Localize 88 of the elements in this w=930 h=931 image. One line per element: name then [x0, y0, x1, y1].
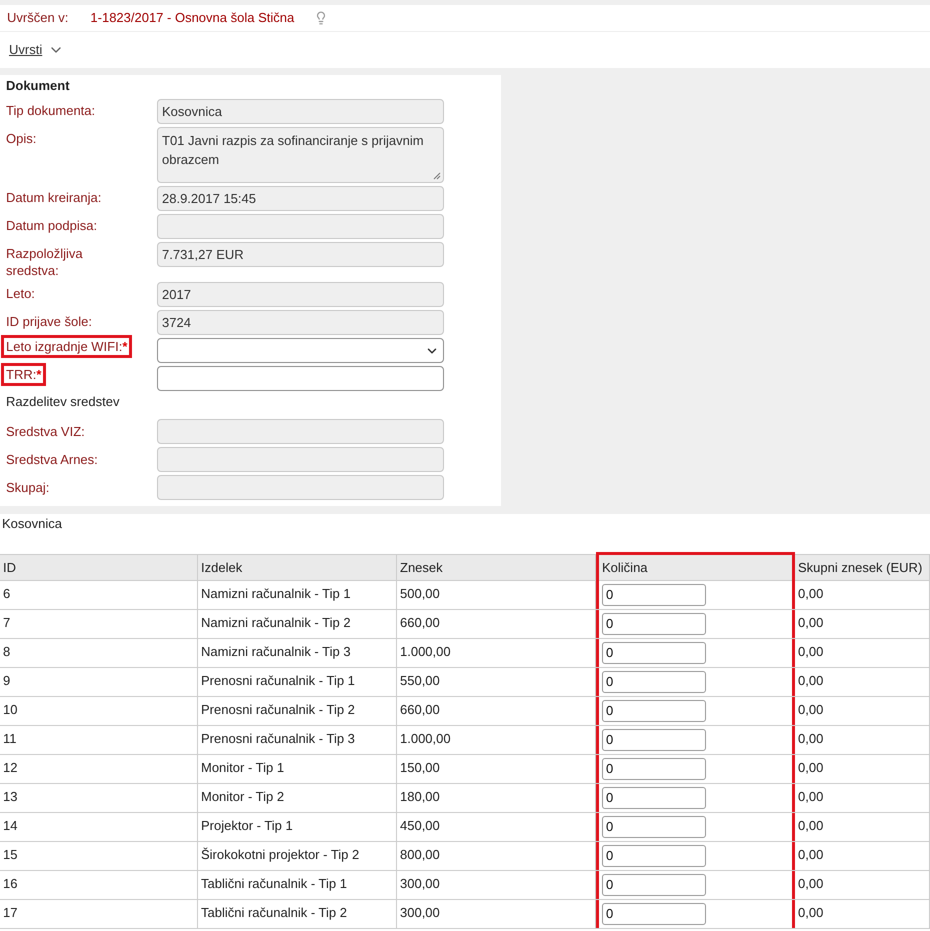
column-header: Znesek: [397, 555, 596, 580]
header-value: 1-1823/2017 - Osnovna šola Stična: [90, 9, 294, 28]
table-cell: 0,00: [798, 702, 824, 718]
table-cell: Projektor - Tip 1: [201, 818, 293, 834]
table-cell: 150,00: [400, 760, 440, 776]
input-field[interactable]: [157, 366, 444, 391]
quantity-field[interactable]: 0: [602, 584, 706, 606]
resize-handle-icon: [433, 172, 441, 180]
table-cell: Tablični računalnik - Tip 2: [201, 905, 347, 921]
table-cell: Namizni računalnik - Tip 2: [201, 615, 351, 631]
table-cell: 0,00: [798, 789, 824, 805]
section-title: Razdelitev sredstev: [6, 393, 120, 411]
select-field[interactable]: [157, 338, 444, 363]
table-cell: 300,00: [400, 905, 440, 921]
column-header: Izdelek: [198, 555, 397, 580]
column-header: ID: [0, 555, 198, 580]
table-cell: Monitor - Tip 2: [201, 789, 284, 805]
table-cell: 180,00: [400, 789, 440, 805]
quantity-field[interactable]: 0: [602, 613, 706, 635]
field-label: Leto:: [6, 285, 35, 302]
field-label: ID prijave šole:: [6, 313, 92, 330]
table-cell: Monitor - Tip 1: [201, 760, 284, 776]
quantity-field[interactable]: 0: [602, 729, 706, 751]
table-cell: Prenosni računalnik - Tip 1: [201, 673, 355, 689]
table-cell: 0,00: [798, 644, 824, 660]
table-cell: 550,00: [400, 673, 440, 689]
field-label: TRR:*: [4, 366, 44, 383]
table-cell: 0,00: [798, 615, 824, 631]
table-cell: 1.000,00: [400, 731, 451, 747]
quantity-field[interactable]: 0: [602, 874, 706, 896]
table-cell: 450,00: [400, 818, 440, 834]
table-cell: Namizni računalnik - Tip 1: [201, 586, 351, 602]
quantity-field[interactable]: 0: [602, 787, 706, 809]
column-header: Količina: [596, 552, 795, 581]
table-cell: 0,00: [798, 876, 824, 892]
column-header: Skupni znesek (EUR): [795, 555, 930, 580]
field-label: Datum podpisa:: [6, 217, 98, 234]
field-label: Leto izgradnje WIFI:*: [4, 338, 130, 355]
table-cell: 800,00: [400, 847, 440, 863]
field-label: Datum kreiranja:: [6, 189, 102, 206]
table-cell: 7: [3, 615, 10, 631]
table-cell: 0,00: [798, 905, 824, 921]
table-title: Kosovnica: [2, 516, 62, 531]
table-cell: 0,00: [798, 760, 824, 776]
table-cell: 0,00: [798, 673, 824, 689]
field-label: Tip dokumenta:: [6, 102, 96, 119]
table-cell: Širokokotni projektor - Tip 2: [201, 847, 360, 863]
table-cell: 10: [3, 702, 18, 718]
quantity-field[interactable]: 0: [602, 816, 706, 838]
table-cell: 0,00: [798, 731, 824, 747]
table-cell: 15: [3, 847, 18, 863]
quantity-field[interactable]: 0: [602, 758, 706, 780]
table-cell: 500,00: [400, 586, 440, 602]
table-cell: 12: [3, 760, 18, 776]
header-label: Uvrščen v:: [7, 9, 68, 28]
table-cell: 9: [3, 673, 10, 689]
field-label: Opis:: [6, 130, 36, 147]
quantity-field[interactable]: 0: [602, 903, 706, 925]
required-mark: *: [36, 367, 42, 382]
section-title: Dokument: [6, 77, 71, 95]
required-mark: *: [122, 339, 128, 354]
table-cell: Tablični računalnik - Tip 1: [201, 876, 347, 892]
table-cell: 1.000,00: [400, 644, 451, 660]
table-cell: 8: [3, 644, 10, 660]
table-cell: Prenosni računalnik - Tip 3: [201, 731, 355, 747]
table-cell: 0,00: [798, 847, 824, 863]
table-cell: Prenosni računalnik - Tip 2: [201, 702, 355, 718]
quantity-field[interactable]: 0: [602, 642, 706, 664]
field-label: Razpoložljiva sredstva:: [6, 245, 84, 279]
table-cell: 16: [3, 876, 18, 892]
field-label: Skupaj:: [6, 478, 50, 497]
quantity-field[interactable]: 0: [602, 845, 706, 867]
field-label: Sredstva Arnes:: [6, 450, 99, 469]
table-cell: 660,00: [400, 615, 440, 631]
table-cell: Namizni računalnik - Tip 3: [201, 644, 351, 660]
field-label: Sredstva VIZ:: [6, 422, 86, 441]
table-cell: 660,00: [400, 702, 440, 718]
table-cell: 14: [3, 818, 18, 834]
table-cell: 0,00: [798, 586, 824, 602]
table-cell: 13: [3, 789, 18, 805]
table-cell: 6: [3, 586, 10, 602]
table-cell: 0,00: [798, 818, 824, 834]
quantity-field[interactable]: 0: [602, 671, 706, 693]
table-cell: 17: [3, 905, 18, 921]
uvrsti-link[interactable]: Uvrsti: [9, 40, 42, 60]
quantity-field[interactable]: 0: [602, 700, 706, 722]
table-cell: 11: [3, 731, 16, 747]
table-cell: 300,00: [400, 876, 440, 892]
